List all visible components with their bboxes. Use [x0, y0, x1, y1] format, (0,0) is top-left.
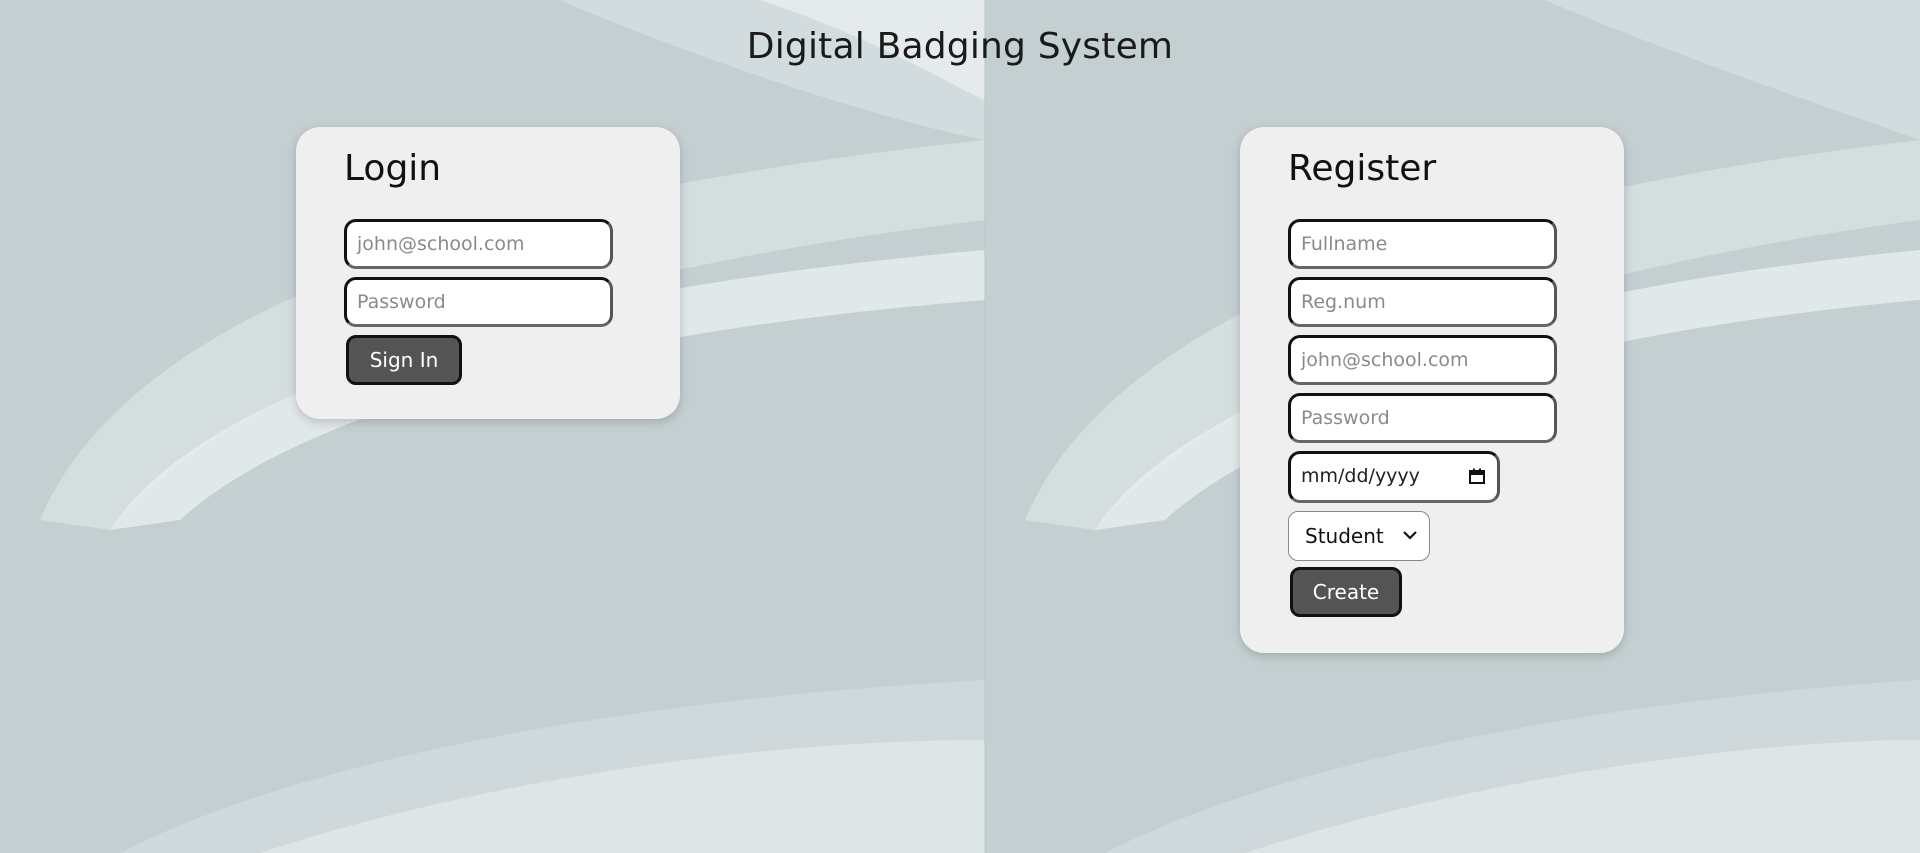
register-date-input[interactable]: mm/dd/yyyy [1288, 451, 1500, 503]
create-button[interactable]: Create [1290, 567, 1402, 617]
date-input-text: mm/dd/yyyy [1301, 465, 1420, 487]
login-password-input[interactable]: Password [344, 277, 613, 327]
role-select[interactable]: Student [1288, 511, 1430, 561]
login-email-input[interactable]: john@school.com [344, 219, 613, 269]
register-password-input[interactable]: Password [1288, 393, 1557, 443]
login-card: Login john@school.com Password Sign In [296, 127, 680, 419]
page-title: Digital Badging System [746, 26, 1174, 67]
register-fullname-input[interactable]: Fullname [1288, 219, 1557, 269]
background-swirl [0, 0, 1920, 853]
register-email-input[interactable]: john@school.com [1288, 335, 1557, 385]
register-regnum-input[interactable]: Reg.num [1288, 277, 1557, 327]
register-title: Register [1288, 148, 1437, 189]
sign-in-button[interactable]: Sign In [346, 335, 462, 385]
role-select-value: Student [1305, 524, 1384, 548]
chevron-down-icon [1403, 531, 1417, 540]
calendar-icon[interactable] [1469, 468, 1485, 484]
register-card: Register Fullname Reg.num john@school.co… [1240, 127, 1624, 653]
login-title: Login [344, 148, 442, 189]
